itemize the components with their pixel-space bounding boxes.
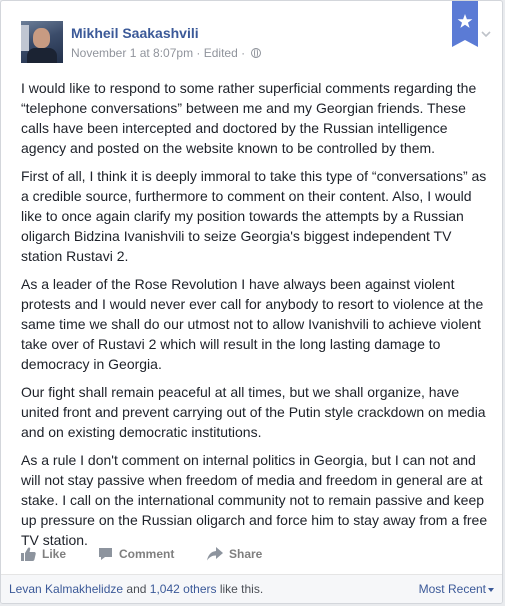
avatar-face [33,28,50,48]
share-button[interactable]: Share [207,542,262,566]
post-actions: Like Comment Share [21,542,481,566]
thumbs-up-icon [21,547,36,561]
like-button[interactable]: Like [21,542,66,566]
author-name[interactable]: Mikheil Saakashvili [71,25,199,41]
post-footer: Levan Kalmakhelidze and 1,042 others lik… [1,575,502,603]
comment-button[interactable]: Comment [98,542,174,566]
like-label: Like [42,547,67,561]
chevron-down-icon[interactable] [481,29,491,39]
liker-link[interactable]: Levan Kalmakhelidze [9,582,123,596]
like-summary: Levan Kalmakhelidze and 1,042 others lik… [9,582,263,596]
others-link[interactable]: 1,042 others [150,582,217,596]
avatar-flag [21,25,29,51]
post-header: Mikheil Saakashvili November 1 at 8:07pm… [21,21,441,66]
and-text: and [123,582,150,596]
post-paragraph: I would like to respond to some rather s… [21,80,477,156]
comment-label: Comment [119,547,175,561]
caret-down-icon [488,587,494,592]
edited-label[interactable]: Edited [204,46,238,60]
avatar[interactable] [21,21,63,63]
meta-separator: · [193,45,204,60]
sort-dropdown[interactable]: Most Recent [419,582,494,596]
globe-icon[interactable] [251,47,262,58]
post-meta: November 1 at 8:07pm · Edited · [71,45,262,60]
post-card: Mikheil Saakashvili November 1 at 8:07pm… [0,0,503,604]
post-body: I would like to respond to some rather s… [21,78,491,558]
post-paragraph: As a leader of the Rose Revolution I hav… [21,276,484,372]
speech-bubble-icon [99,548,112,560]
share-arrow-icon [207,547,223,561]
post-timestamp[interactable]: November 1 at 8:07pm [71,46,193,60]
avatar-suit [27,48,57,63]
like-this-text: like this. [216,582,264,596]
share-label: Share [229,547,263,561]
meta-separator-2: · [237,45,249,60]
sort-label: Most Recent [418,582,486,596]
star-ribbon-icon [452,1,478,47]
post-paragraph: First of all, I think it is deeply immor… [21,168,487,264]
post-paragraph: Our fight shall remain peaceful at all t… [21,384,486,440]
post-paragraph: As a rule I don't comment on internal po… [21,452,488,548]
